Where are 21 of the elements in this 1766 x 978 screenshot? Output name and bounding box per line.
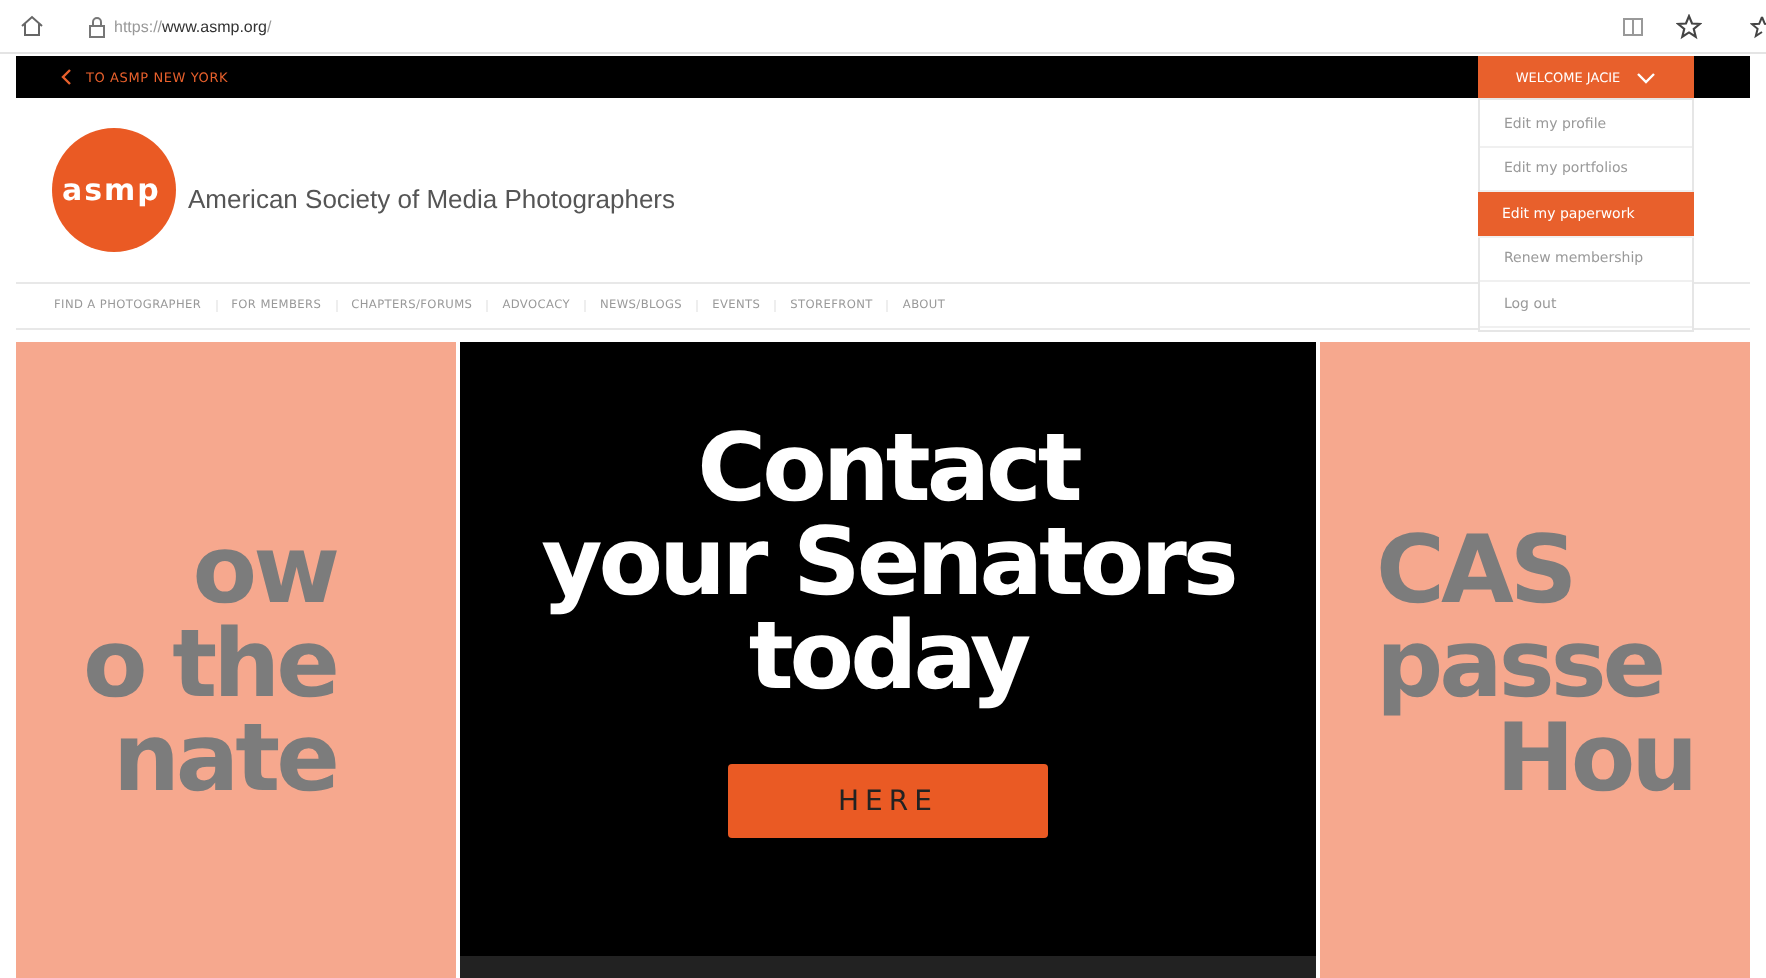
address-bar-url[interactable]: https://www.asmp.org/ bbox=[114, 17, 272, 35]
slide-headline-line: o the bbox=[83, 618, 336, 712]
logo-circle[interactable]: asmp bbox=[52, 128, 176, 252]
slide-headline-line: nate bbox=[112, 712, 336, 806]
logo-text: asmp bbox=[62, 172, 161, 208]
lock-icon bbox=[88, 15, 106, 37]
home-icon[interactable] bbox=[20, 14, 44, 38]
slide-headline-line: passe bbox=[1376, 618, 1663, 712]
slide-headline-line: Contact bbox=[697, 422, 1079, 516]
here-button[interactable]: HERE bbox=[728, 764, 1048, 838]
reading-view-icon[interactable] bbox=[1622, 15, 1644, 37]
chevron-left-icon bbox=[60, 68, 72, 86]
star-icon[interactable] bbox=[1676, 13, 1702, 39]
slide-headline-line: ow bbox=[192, 524, 336, 618]
slide-headline-line: today bbox=[748, 610, 1028, 704]
favorites-icon[interactable] bbox=[1750, 13, 1766, 39]
chevron-down-icon bbox=[1636, 71, 1657, 83]
slide-headline-line: CAS bbox=[1376, 524, 1574, 618]
slide-headline-line: your Senators bbox=[541, 516, 1235, 610]
slide-headline-line: Hou bbox=[1496, 712, 1695, 806]
site-title: American Society of Media Photographers bbox=[188, 183, 676, 213]
